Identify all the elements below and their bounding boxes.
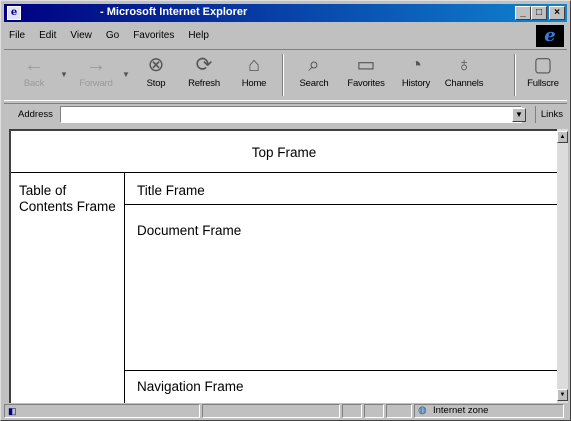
- home-label: Home: [241, 78, 267, 89]
- history-label: History: [401, 78, 431, 89]
- fullscreen-label: Fullscre: [527, 78, 559, 89]
- back-label: Back: [23, 78, 45, 89]
- fullscreen-button[interactable]: ▢ Fullscre: [519, 52, 567, 98]
- back-arrow-icon: ←: [24, 54, 44, 76]
- favorites-folder-icon: ▭: [356, 54, 376, 76]
- toc-frame: Table of Contents Frame: [11, 173, 125, 403]
- menu-bar: File Edit View Go Favorites Help: [9, 25, 209, 45]
- title-frame: Title Frame: [125, 173, 557, 205]
- favorites-button[interactable]: ▭ Favorites: [342, 52, 390, 98]
- forward-dropdown-icon[interactable]: ▼: [122, 70, 130, 79]
- document-frame-label: Document Frame: [137, 223, 242, 238]
- status-pane: [342, 404, 362, 418]
- scroll-up-icon[interactable]: ▲: [557, 131, 568, 143]
- document-frame: Document Frame: [125, 205, 557, 371]
- status-pane: [364, 404, 384, 418]
- menu-file[interactable]: File: [9, 30, 25, 41]
- status-progress-pane: [202, 404, 340, 418]
- refresh-button[interactable]: ⟳ Refresh: [180, 52, 228, 98]
- links-button[interactable]: Links: [535, 106, 565, 123]
- status-bar: ◧ ◍ Internet zone: [4, 403, 567, 419]
- window-controls: _ □ ×: [515, 6, 565, 20]
- navigation-frame: Navigation Frame: [125, 371, 557, 403]
- menu-help[interactable]: Help: [188, 30, 209, 41]
- status-pane: [386, 404, 412, 418]
- title-frame-label: Title Frame: [137, 183, 205, 198]
- page-status-icon: ◧: [8, 406, 17, 416]
- title-bar: e - Microsoft Internet Explorer _ □ ×: [4, 4, 567, 22]
- fullscreen-icon: ▢: [533, 54, 553, 76]
- internet-zone-icon: ◍: [418, 405, 427, 416]
- menu-favorites[interactable]: Favorites: [133, 30, 174, 41]
- back-dropdown-icon[interactable]: ▼: [60, 70, 68, 79]
- address-label: Address: [18, 109, 53, 120]
- refresh-label: Refresh: [188, 78, 220, 89]
- minimize-button[interactable]: _: [515, 6, 531, 20]
- top-frame: Top Frame: [11, 131, 557, 173]
- ie-logo-icon: e: [536, 25, 564, 47]
- forward-label: Forward: [79, 78, 113, 89]
- back-button[interactable]: ← Back: [10, 52, 58, 98]
- scroll-down-icon[interactable]: ▼: [557, 389, 568, 401]
- favorites-label: Favorites: [347, 78, 385, 89]
- forward-arrow-icon: →: [86, 54, 106, 76]
- search-label: Search: [299, 78, 329, 89]
- stop-label: Stop: [146, 78, 166, 89]
- history-button[interactable]: ◔ History: [392, 52, 440, 98]
- channels-button[interactable]: ♁ Channels: [440, 52, 488, 98]
- security-zone-label: Internet zone: [433, 405, 489, 416]
- address-input[interactable]: [60, 106, 522, 123]
- toolbar-separator: [514, 54, 516, 96]
- toolbar-separator: [282, 54, 284, 96]
- search-icon: ⌕: [308, 54, 320, 76]
- status-message-pane: ◧: [4, 404, 200, 418]
- window-title: - Microsoft Internet Explorer: [100, 6, 248, 18]
- close-button[interactable]: ×: [549, 6, 565, 20]
- maximize-button[interactable]: □: [531, 6, 547, 20]
- address-dropdown-icon[interactable]: ▼: [512, 108, 526, 122]
- frameset-content: Top Frame Table of Contents Frame Title …: [9, 129, 557, 403]
- navigation-frame-label: Navigation Frame: [137, 379, 244, 394]
- address-bar: Address ▼ Links: [4, 103, 567, 125]
- channels-icon: ♁: [456, 54, 472, 76]
- history-icon: ◔: [409, 54, 423, 76]
- toc-frame-label: Table of Contents Frame: [19, 183, 116, 214]
- vertical-scrollbar[interactable]: ▲ ▼: [557, 129, 568, 403]
- security-zone-pane: ◍ Internet zone: [414, 404, 564, 418]
- top-frame-label: Top Frame: [251, 145, 317, 160]
- browser-window: e - Microsoft Internet Explorer _ □ × Fi…: [0, 0, 571, 421]
- home-icon: ⌂: [247, 54, 261, 76]
- refresh-icon: ⟳: [195, 54, 213, 76]
- channels-label: Channels: [444, 78, 484, 89]
- stop-icon: ⊗: [147, 54, 165, 76]
- forward-button[interactable]: → Forward: [72, 52, 120, 98]
- menu-go[interactable]: Go: [106, 30, 119, 41]
- home-button[interactable]: ⌂ Home: [230, 52, 278, 98]
- standard-toolbar: ← Back ▼ → Forward ▼ ⊗ Stop ⟳ Refresh ⌂ …: [4, 49, 567, 101]
- stop-button[interactable]: ⊗ Stop: [132, 52, 180, 98]
- menu-edit[interactable]: Edit: [39, 30, 56, 41]
- ie-app-icon[interactable]: e: [7, 6, 21, 20]
- menu-view[interactable]: View: [70, 30, 92, 41]
- search-button[interactable]: ⌕ Search: [290, 52, 338, 98]
